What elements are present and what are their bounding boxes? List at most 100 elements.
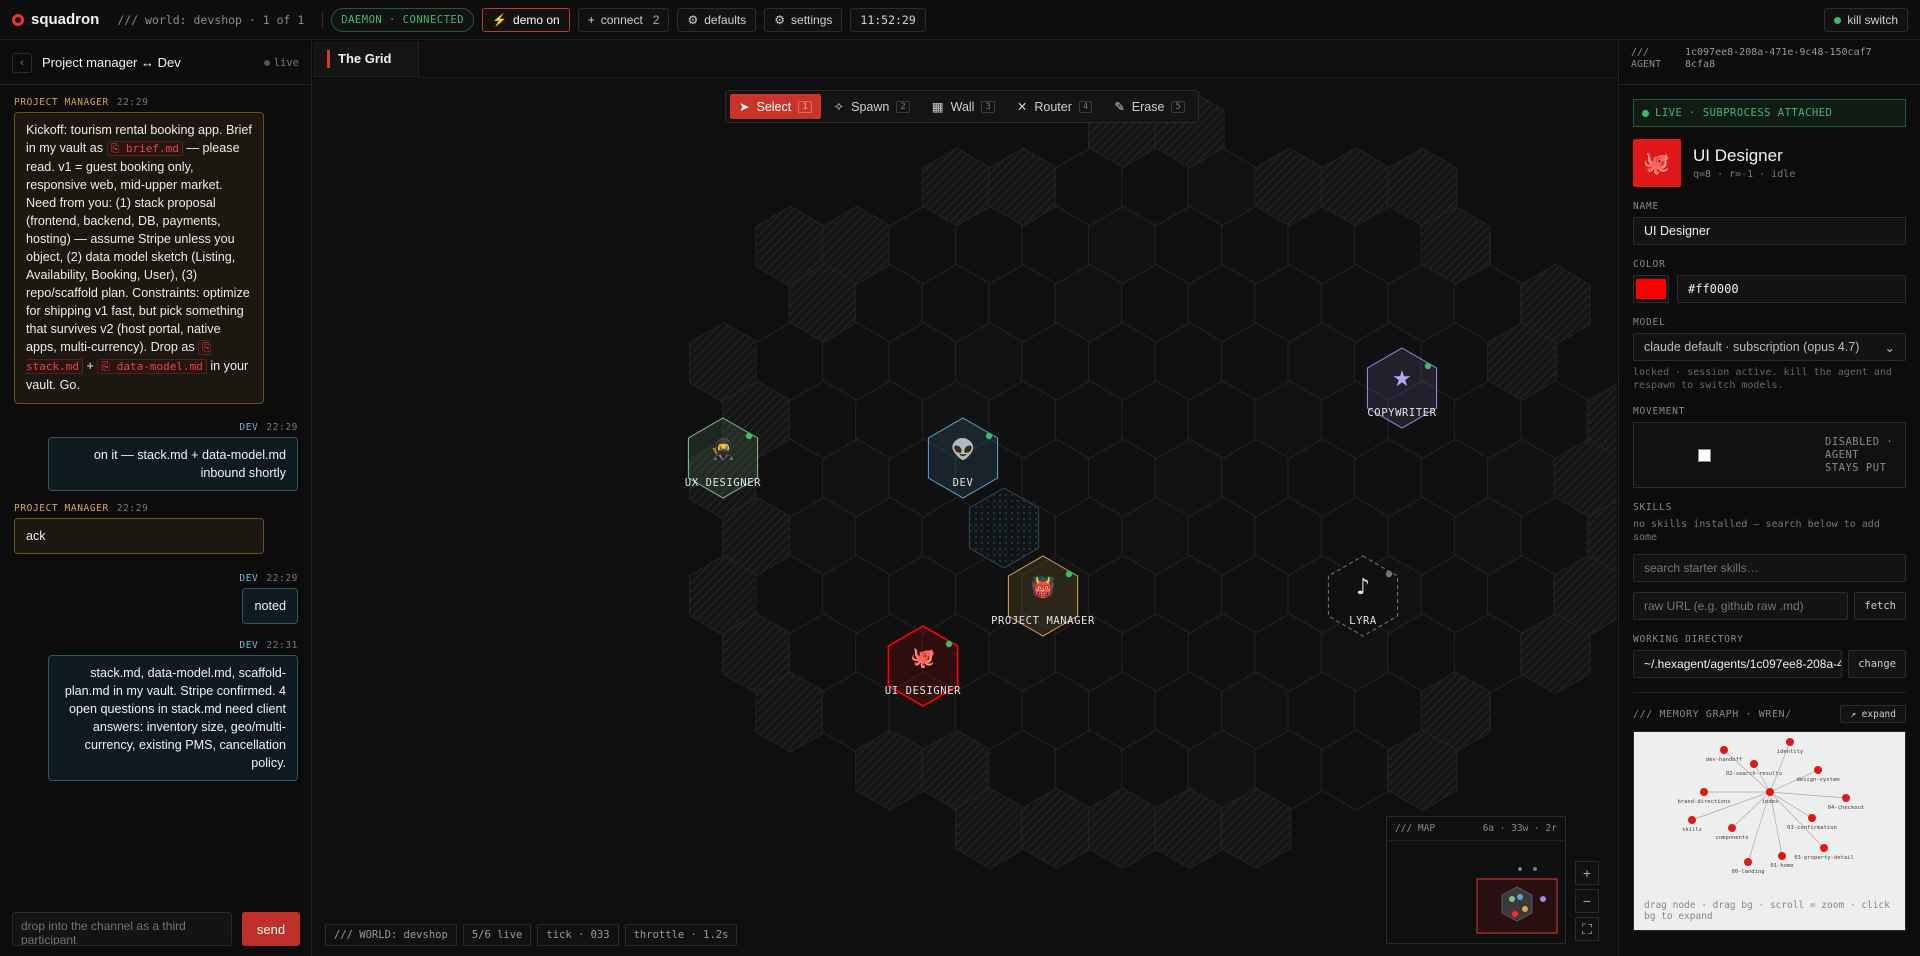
tool-palette: ➤ Select 1 ✧ Spawn 2 ▦ Wall 3 ✕ Router 4 ✎ Erase 5	[725, 90, 1199, 123]
minimap-dot	[1509, 896, 1515, 902]
zoom-out-button[interactable]: −	[1575, 889, 1599, 913]
tool-erase[interactable]: ✎ Erase 5	[1105, 94, 1194, 119]
live-dot-icon	[263, 59, 270, 66]
memory-edge	[1691, 791, 1771, 821]
message-text: — please read. v1 = guest booking only, …	[26, 141, 250, 354]
movement-checkbox[interactable]	[1698, 448, 1711, 462]
zoom-in-button[interactable]: +	[1575, 861, 1599, 885]
minimap-view[interactable]	[1387, 841, 1565, 943]
message-author: DEV	[239, 573, 259, 584]
agent-status-dot	[985, 432, 993, 440]
agent-label: PROJECT MANAGER	[991, 615, 1095, 627]
memory-node[interactable]	[1720, 746, 1728, 754]
minimap-dot	[1517, 894, 1523, 900]
change-dir-button[interactable]: change	[1848, 650, 1906, 678]
message-author: DEV	[239, 640, 259, 651]
memory-node-label: 01-home	[1770, 863, 1793, 869]
message-text: +	[82, 359, 98, 373]
memory-node-label: 04-checkout	[1828, 805, 1864, 811]
memory-title: /// MEMORY GRAPH · WREN/	[1633, 708, 1792, 720]
demo-toggle-button[interactable]: ⚡ demo on	[482, 7, 570, 32]
color-swatch[interactable]	[1633, 275, 1669, 303]
message-time: 22:29	[116, 503, 149, 514]
agent-label: UX DESIGNER	[685, 477, 761, 489]
agent-label: UI DESIGNER	[885, 685, 961, 697]
live-banner-text: LIVE · SUBPROCESS ATTACHED	[1655, 107, 1833, 119]
clock: 11:52:29	[850, 7, 926, 32]
memory-node[interactable]	[1786, 738, 1794, 746]
memory-edge	[1753, 763, 1771, 793]
memory-edge	[1769, 791, 1847, 799]
file-chip-brief[interactable]: ⎘ brief.md	[106, 141, 183, 156]
minimap-dot	[1522, 906, 1528, 912]
file-chip-data-model[interactable]: ⎘ data-model.md	[97, 359, 207, 374]
color-swatch-fill	[1636, 279, 1666, 299]
settings-label: settings	[791, 12, 833, 27]
memory-node-label: 02-search-results	[1726, 771, 1782, 777]
memory-node[interactable]	[1750, 760, 1758, 768]
message-bubble: on it — stack.md + data-model.md inbound…	[48, 437, 298, 491]
tab-accent	[327, 49, 330, 68]
tool-router[interactable]: ✕ Router 4	[1008, 94, 1101, 119]
memory-graph[interactable]: dev-handoff identity 02-search-results desi…	[1633, 731, 1906, 931]
defaults-button[interactable]: ⚙ defaults	[677, 7, 757, 32]
memory-node-label: dev-handoff	[1706, 757, 1742, 763]
tab-the-grid[interactable]: The Grid	[313, 41, 419, 77]
bolt-icon: ⚡	[492, 12, 508, 27]
fetch-button[interactable]: fetch	[1854, 592, 1906, 620]
color-hex-field[interactable]: #ff0000	[1677, 275, 1906, 303]
minimap[interactable]: /// MAP 6a · 33w · 2r	[1386, 816, 1566, 944]
tool-spawn[interactable]: ✧ Spawn 2	[825, 94, 919, 119]
skill-url-input[interactable]: raw URL (e.g. github raw .md)	[1633, 592, 1849, 620]
color-label: COLOR	[1633, 259, 1666, 270]
memory-node[interactable]	[1808, 814, 1816, 822]
cursor-icon: ➤	[739, 100, 750, 114]
grid-canvas[interactable]: The Grid 🥷 UX DESIGNER 👽 DEV ★ COPYWRITER 👹 PRO…	[313, 41, 1617, 956]
memory-node[interactable]	[1814, 766, 1822, 774]
brand-name: squadron	[31, 11, 100, 28]
minimap-dot	[1533, 867, 1537, 871]
status-bar: /// WORLD: devshop 5/6 live tick · 033 t…	[325, 924, 738, 946]
memory-node[interactable]	[1688, 816, 1696, 824]
message-time: 22:31	[266, 640, 298, 651]
workdir-field[interactable]: ~/.hexagent/agents/1c097ee8-208a-471e-9c…	[1633, 650, 1843, 678]
settings-button[interactable]: ⚙ settings	[764, 7, 843, 32]
message-time: 22:29	[266, 422, 298, 433]
live-indicator: live	[263, 57, 299, 69]
back-button[interactable]: ‹	[12, 52, 32, 73]
movement-status: DISABLED · AGENT STAYS PUT	[1825, 435, 1894, 474]
tool-wall[interactable]: ▦ Wall 3	[923, 94, 1004, 119]
memory-node[interactable]	[1766, 788, 1774, 796]
model-select[interactable]: claude default · subscription (opus 4.7)…	[1633, 333, 1906, 361]
memory-node[interactable]	[1820, 844, 1828, 852]
tick-counter: tick · 033	[537, 924, 619, 946]
name-field[interactable]: UI Designer	[1633, 217, 1906, 245]
message: DEV 22:29 on it — stack.md + data-model.m…	[48, 422, 298, 491]
memory-node[interactable]	[1744, 858, 1752, 866]
memory-node[interactable]	[1728, 824, 1736, 832]
tool-select[interactable]: ➤ Select 1	[730, 94, 821, 119]
message-input[interactable]	[12, 912, 232, 946]
memory-node-label: components	[1715, 835, 1748, 841]
memory-node-label: identity	[1777, 749, 1804, 755]
top-bar: squadron /// world: devshop · 1 of 1 DAE…	[0, 0, 1920, 40]
memory-node[interactable]	[1700, 788, 1708, 796]
tab-label: The Grid	[338, 51, 392, 66]
agent-emoji-icon: 🐙	[911, 645, 936, 669]
memory-node[interactable]	[1778, 852, 1786, 860]
model-value: claude default · subscription (opus 4.7)	[1644, 340, 1860, 354]
kill-switch-button[interactable]: kill switch	[1824, 8, 1908, 32]
message-bubble: Kickoff: tourism rental booking app. Bri…	[14, 112, 264, 404]
skills-search-input[interactable]: search starter skills…	[1633, 554, 1906, 582]
send-button[interactable]: send	[242, 912, 300, 946]
connect-button[interactable]: + connect 2	[577, 7, 670, 32]
zoom-controls: + − ⛶	[1575, 861, 1599, 945]
movement-label: MOVEMENT	[1633, 406, 1686, 417]
expand-button[interactable]: ↗ expand	[1840, 705, 1906, 723]
memory-node-label: brand-directions	[1678, 799, 1731, 805]
memory-node[interactable]	[1842, 794, 1850, 802]
fit-view-button[interactable]: ⛶	[1575, 917, 1599, 941]
message-author: DEV	[239, 422, 259, 433]
router-icon: ✕	[1016, 100, 1028, 114]
composer: send	[12, 912, 300, 946]
